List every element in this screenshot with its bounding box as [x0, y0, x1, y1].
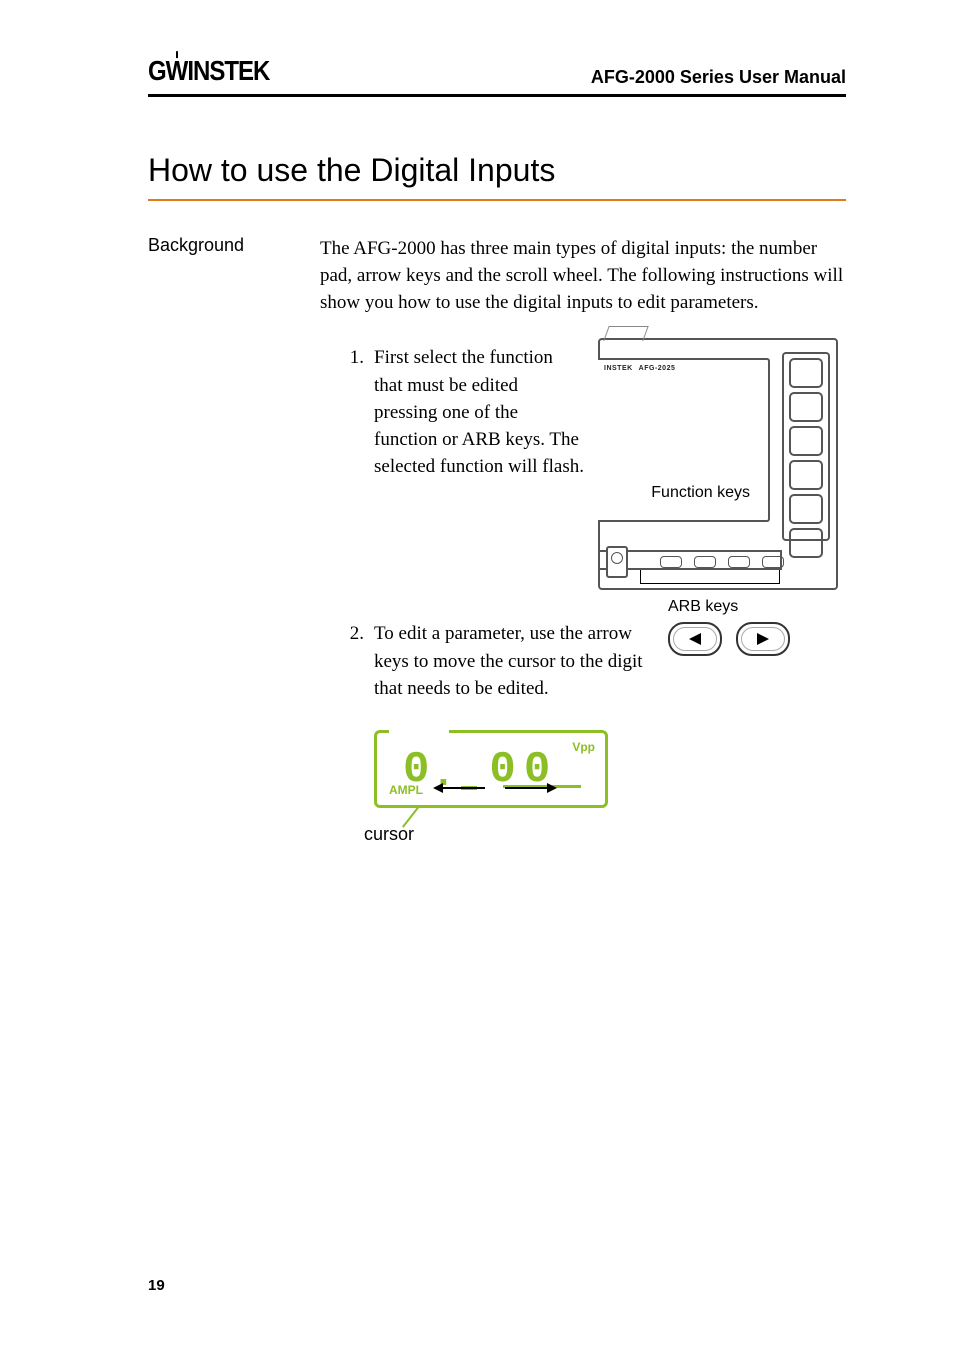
function-key-icon — [789, 426, 823, 456]
step-1-number: 1. — [320, 344, 374, 371]
arb-key-icon — [694, 556, 716, 568]
page-number: 19 — [148, 1277, 165, 1294]
move-left-arrow-icon — [435, 787, 485, 789]
device-illustration: INSTEK AFG-2025 Function keys — [598, 338, 838, 590]
section-rule — [148, 199, 846, 201]
lcd-unit: Vpp — [572, 739, 595, 756]
step-2-number: 2. — [320, 620, 374, 647]
function-keys-label: Function keys — [649, 482, 752, 505]
device-brand: INSTEK — [604, 364, 633, 374]
move-right-arrow-icon — [505, 787, 555, 789]
arb-keys-label: ARB keys — [668, 596, 738, 619]
arb-key-icon — [660, 556, 682, 568]
function-key-icon — [789, 494, 823, 524]
lcd-row-label: AMPL — [389, 782, 423, 799]
arb-key-icon — [762, 556, 784, 568]
function-key-icon — [789, 358, 823, 388]
device-model: AFG-2025 — [639, 364, 676, 374]
section-title: How to use the Digital Inputs — [148, 152, 846, 189]
cursor-illustration: 0.00 Vpp AMPL cursor — [364, 730, 614, 850]
intro-paragraph: The AFG-2000 has three main types of dig… — [320, 235, 846, 316]
arb-key-icon — [728, 556, 750, 568]
manual-title: AFG-2000 Series User Manual — [591, 67, 846, 88]
left-arrow-key-icon — [668, 622, 722, 656]
step-2-text: To edit a parameter, use the arrow keys … — [374, 620, 668, 701]
brand-logo: GWINSTEK — [148, 56, 269, 88]
step-1-text: First select the function that must be e… — [374, 344, 598, 480]
function-key-icon — [789, 460, 823, 490]
row-label-background: Background — [148, 235, 320, 850]
right-arrow-key-icon — [736, 622, 790, 656]
function-key-icon — [789, 528, 823, 558]
function-key-icon — [789, 392, 823, 422]
header-rule — [148, 94, 846, 97]
cursor-callout: cursor — [364, 822, 414, 848]
